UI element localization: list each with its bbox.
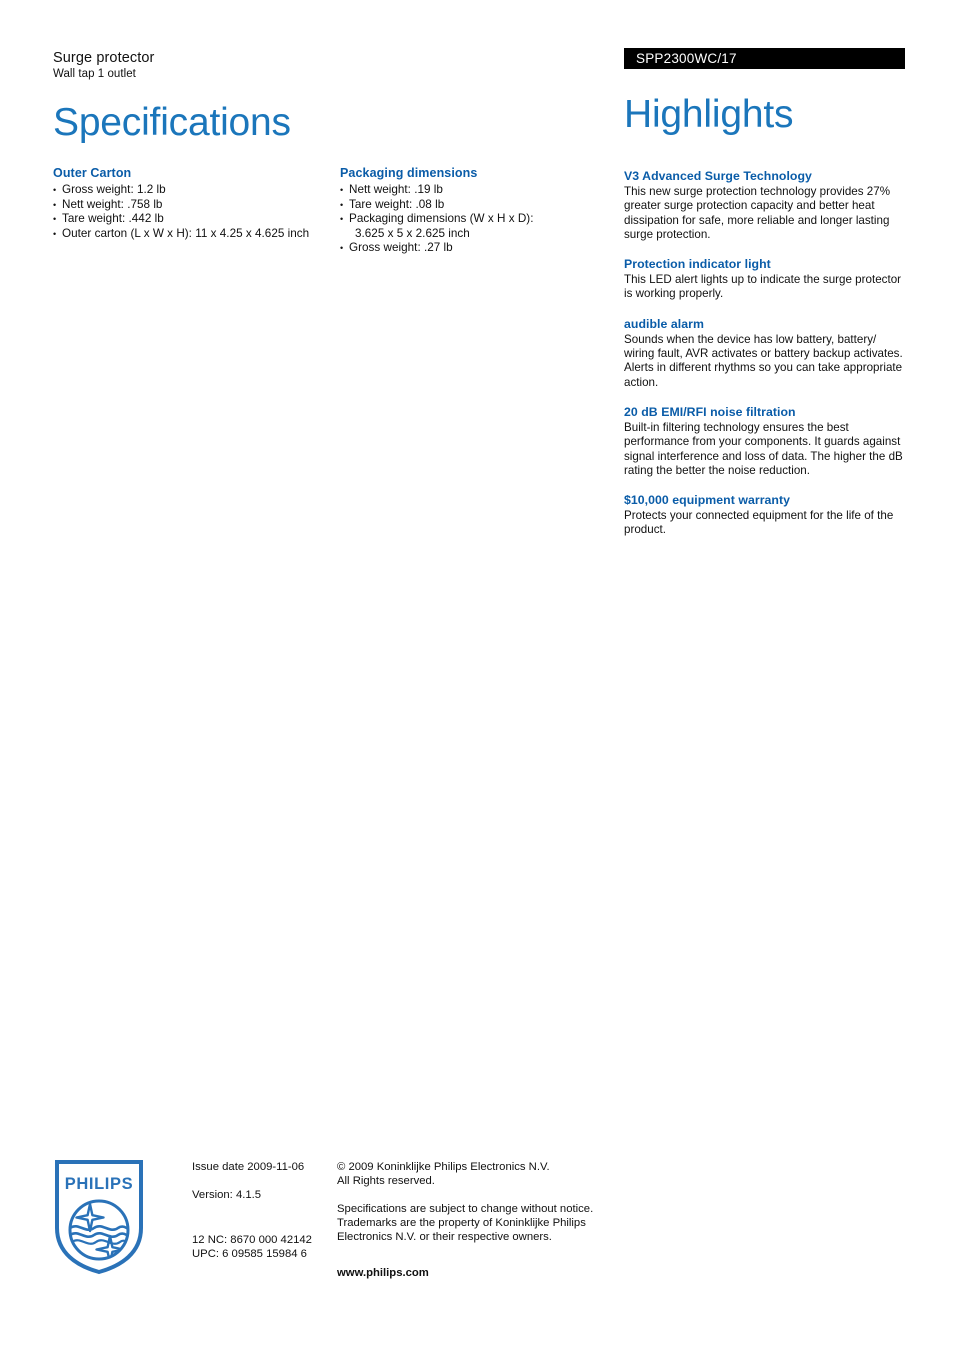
disclaimer-line-1: Specifications are subject to change wit… <box>337 1203 594 1215</box>
highlights-header: Highlights <box>624 93 909 137</box>
disclaimer-line-2: Trademarks are the property of Koninklij… <box>337 1217 586 1229</box>
version-label: Version: 4.1.5 <box>192 1189 262 1201</box>
highlight-title: Protection indicator light <box>624 257 771 272</box>
spec-item-text: Gross weight: 1.2 lb <box>62 183 166 196</box>
spec-item-text: Outer carton (L x W x H): 11 x 4.25 x 4.… <box>62 226 310 240</box>
footer-legal-info: © 2009 Koninklijke Philips Electronics N… <box>337 1160 607 1280</box>
spec-list-item: Packaging dimensions (W x H x D): 3.625 … <box>340 212 590 241</box>
copyright-line-2: All Rights reserved. <box>337 1175 435 1187</box>
spec-item-text-continuation: 3.625 x 5 x 2.625 inch <box>355 226 470 240</box>
highlight-item: V3 Advanced Surge Technology This new su… <box>624 168 908 242</box>
page-title-specifications: Specifications <box>53 101 291 144</box>
spec-item-text: Gross weight: .27 lb <box>349 241 453 255</box>
highlight-title: V3 Advanced Surge Technology <box>624 169 812 183</box>
highlight-item: Protection indicator light This LED aler… <box>624 256 908 302</box>
highlight-title: audible alarm <box>624 316 704 331</box>
spec-item-text: Tare weight: .442 lb <box>62 212 164 226</box>
philips-shield-icon: PHILIPS <box>55 1160 143 1275</box>
specifications-header: Surge protector Wall tap 1 outlet Specif… <box>53 50 583 145</box>
highlight-body: This LED alert lights up to indicate the… <box>624 273 902 301</box>
highlight-item: $10,000 equipment warranty Protects your… <box>624 492 908 538</box>
highlight-title: 20 dB EMI/RFI noise filtration <box>624 404 796 419</box>
spec-list-item: Gross weight: 1.2 lb <box>53 183 343 198</box>
spec-item-text: Tare weight: .08 lb <box>349 197 445 211</box>
product-type-label: Surge protector <box>53 50 155 66</box>
spec-list-item: Gross weight: .27 lb <box>340 241 590 256</box>
copyright-line-1: © 2009 Koninklijke Philips Electronics N… <box>337 1161 550 1173</box>
spec-group-heading: Outer Carton <box>53 166 132 180</box>
spec-group-heading: Packaging dimensions <box>340 166 478 180</box>
highlight-body: This new surge protection technology pro… <box>624 185 891 241</box>
highlight-item: 20 dB EMI/RFI noise filtration Built-in … <box>624 404 908 478</box>
highlight-body: Protects your connected equipment for th… <box>624 509 894 537</box>
spec-item-text: Packaging dimensions (W x H x D): <box>349 212 534 226</box>
spec-group-packaging-dimensions: Packaging dimensions Nett weight: .19 lb… <box>340 165 590 256</box>
highlight-body: Sounds when the device has low battery, … <box>624 332 903 389</box>
spec-item-text: Nett weight: .758 lb <box>62 197 163 211</box>
philips-logo: PHILIPS <box>53 1158 145 1276</box>
model-number-banner: SPP2300WC/17 <box>624 48 905 69</box>
issue-date-label: Issue date 2009-11-06 <box>192 1161 305 1173</box>
highlights-list: V3 Advanced Surge Technology This new su… <box>624 168 908 552</box>
model-number-label: SPP2300WC/17 <box>636 51 737 66</box>
spec-item-text: Nett weight: .19 lb <box>349 183 443 196</box>
footer-publication-info: Issue date 2009-11-06 Version: 4.1.5 12 … <box>192 1160 332 1261</box>
product-datasheet-page: Surge protector Wall tap 1 outlet Specif… <box>0 0 954 1350</box>
spec-list-item: Outer carton (L x W x H): 11 x 4.25 x 4.… <box>53 227 343 242</box>
spec-group-outer-carton: Outer Carton Gross weight: 1.2 lb Nett w… <box>53 165 343 242</box>
svg-text:PHILIPS: PHILIPS <box>65 1175 133 1193</box>
spec-list-item: Nett weight: .19 lb <box>340 183 590 198</box>
disclaimer-line-3: Electronics N.V. or their respective own… <box>337 1231 552 1243</box>
twelve-nc-label: 12 NC: 8670 000 42142 <box>192 1234 312 1246</box>
upc-label: UPC: 6 09585 15984 6 <box>192 1248 307 1260</box>
spec-list-item: Nett weight: .758 lb <box>53 198 343 213</box>
highlight-body: Built-in filtering technology ensures th… <box>624 420 903 477</box>
page-title-highlights: Highlights <box>624 93 794 136</box>
spec-list: Nett weight: .19 lb Tare weight: .08 lb … <box>340 183 590 256</box>
spec-list: Gross weight: 1.2 lb Nett weight: .758 l… <box>53 183 343 242</box>
highlight-title: $10,000 equipment warranty <box>624 493 791 508</box>
product-subtitle-label: Wall tap 1 outlet <box>53 68 136 80</box>
spec-list-item: Tare weight: .442 lb <box>53 212 343 227</box>
spec-list-item: Tare weight: .08 lb <box>340 198 590 213</box>
website-link[interactable]: www.philips.com <box>337 1266 607 1280</box>
highlight-item: audible alarm Sounds when the device has… <box>624 316 908 390</box>
page-footer: PHILIPS Issue date 2009-11-06 Version: 4… <box>0 1150 954 1300</box>
